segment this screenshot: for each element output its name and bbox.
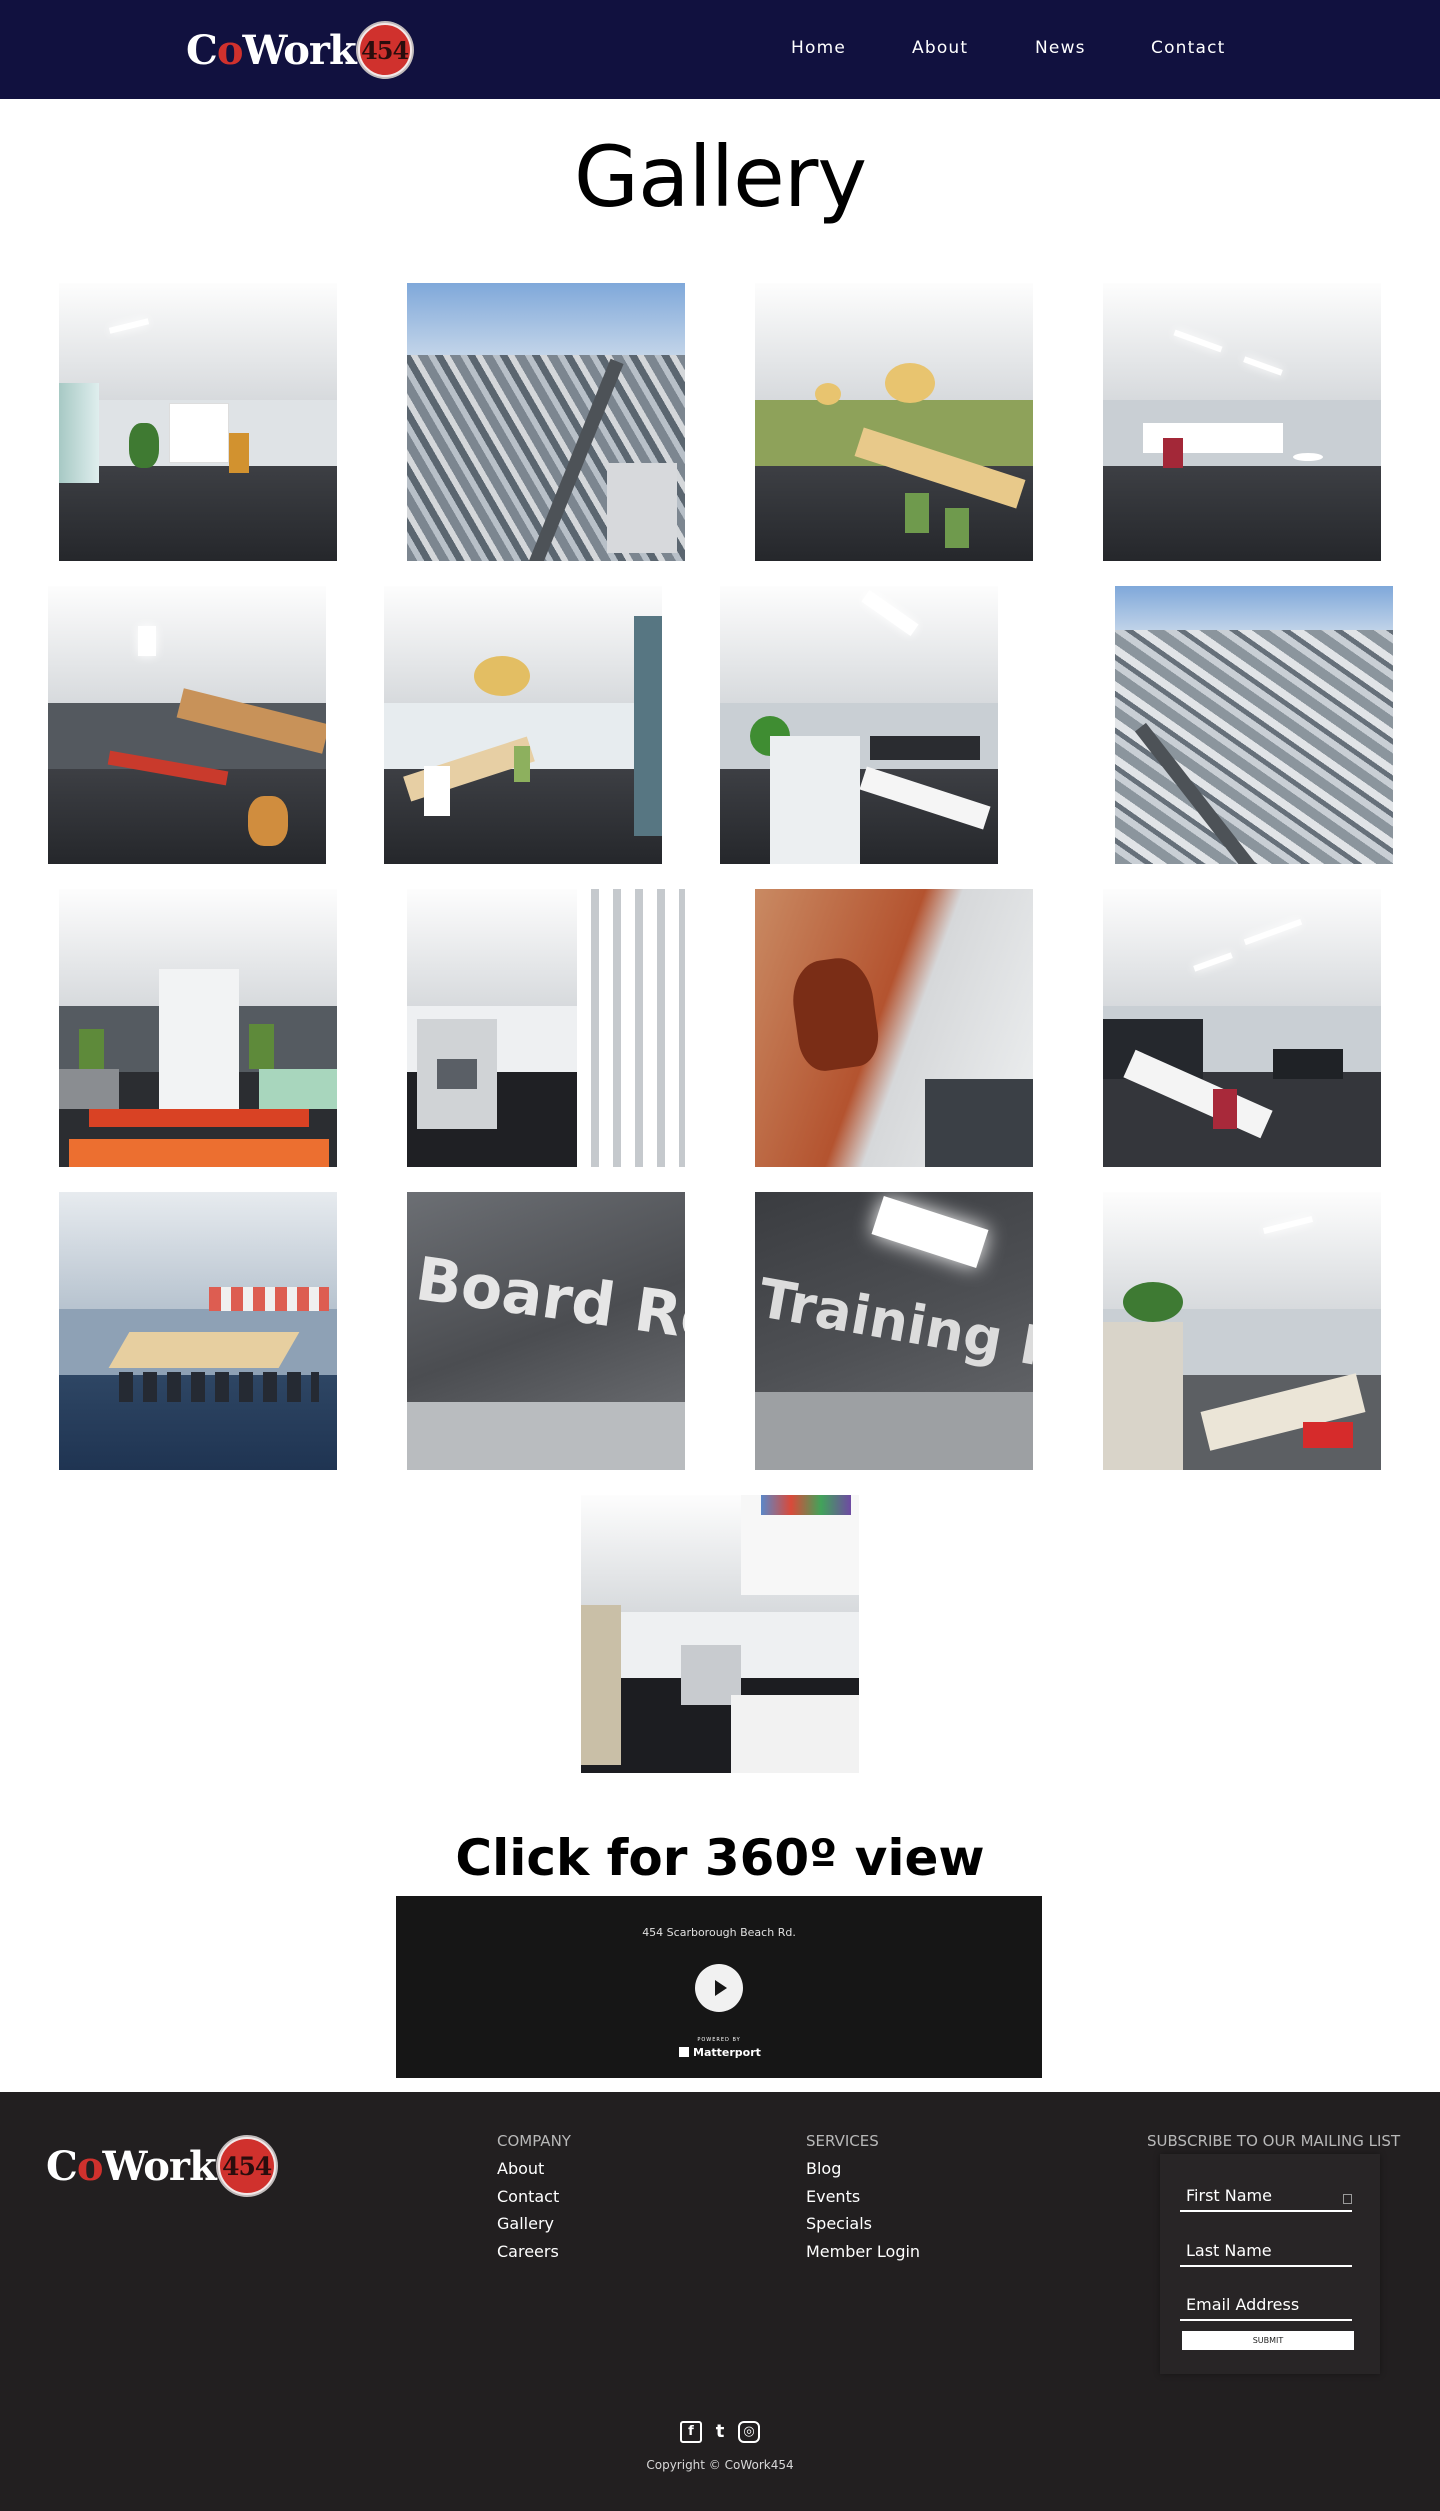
gallery-photo-print-room[interactable] [407, 889, 685, 1167]
copyright-text: Copyright © CoWork454 [646, 2458, 794, 2472]
footer-link-specials[interactable]: Specials [806, 2214, 872, 2233]
nav-about[interactable]: About [912, 38, 968, 58]
footer-link-careers[interactable]: Careers [497, 2242, 559, 2261]
gallery-photo-hallway[interactable] [59, 889, 337, 1167]
powered-by-label: POWERED BY [697, 2037, 741, 2043]
nav-news[interactable]: News [1035, 38, 1086, 58]
gallery-photo-aerial-city[interactable] [407, 283, 685, 561]
tour-address: 454 Scarborough Beach Rd. [642, 1926, 796, 1939]
instagram-icon[interactable]: ◎ [738, 2421, 760, 2443]
play-icon[interactable] [695, 1964, 743, 2012]
autofill-icon [1343, 2194, 1352, 2204]
submit-button[interactable]: SUBMIT [1182, 2331, 1354, 2350]
email-field[interactable]: Email Address [1180, 2291, 1352, 2321]
footer-link-gallery[interactable]: Gallery [497, 2214, 554, 2233]
footer-link-events[interactable]: Events [806, 2187, 860, 2206]
matterport-embed[interactable]: 454 Scarborough Beach Rd. POWERED BY Mat… [396, 1896, 1042, 2078]
gallery-photo-training-room-sign[interactable]: Training Room [755, 1192, 1033, 1470]
gallery-photo-boardroom-table[interactable] [59, 1192, 337, 1470]
tour-heading: Click for 360º view [455, 1829, 985, 1887]
nav-home[interactable]: Home [791, 38, 846, 58]
gallery-photo-workstations[interactable] [720, 586, 998, 864]
gallery-photo-storage-room[interactable] [581, 1495, 859, 1773]
gallery-photo-open-office[interactable] [1103, 283, 1381, 561]
site-footer: CoWork 454 COMPANY About Contact Gallery… [0, 2092, 1440, 2511]
company-heading: COMPANY [497, 2132, 571, 2150]
footer-link-about[interactable]: About [497, 2159, 544, 2178]
gallery-photo-kitchen[interactable] [755, 283, 1033, 561]
gallery-photo-corridor-desks[interactable] [48, 586, 326, 864]
footer-link-contact[interactable]: Contact [497, 2187, 559, 2206]
gallery-photo-board-room-sign[interactable]: Board Room [407, 1192, 685, 1470]
footer-logo[interactable]: CoWork 454 [46, 2136, 276, 2196]
nav-contact[interactable]: Contact [1151, 38, 1226, 58]
twitter-icon[interactable]: t [709, 2421, 731, 2443]
footer-link-blog[interactable]: Blog [806, 2159, 841, 2178]
gallery-photo-aerial-industrial[interactable] [1115, 586, 1393, 864]
gallery-title: Gallery [573, 128, 867, 226]
gallery-photo-reception[interactable] [59, 283, 337, 561]
subscribe-form: First Name Last Name Email Address SUBMI… [1160, 2154, 1380, 2374]
subscribe-heading: SUBSCRIBE TO OUR MAILING LIST [1147, 2132, 1401, 2150]
matterport-glyph-icon [679, 2047, 689, 2057]
matterport-logo: Matterport [679, 2044, 761, 2060]
footer-link-member-login[interactable]: Member Login [806, 2242, 920, 2261]
first-name-field[interactable]: First Name [1180, 2182, 1352, 2212]
gallery-photo-cubicles[interactable] [1103, 1192, 1381, 1470]
services-heading: SERVICES [806, 2132, 879, 2150]
footer-logo-badge: 454 [217, 2137, 276, 2195]
footer-logo-wordmark: CoWork [46, 2142, 217, 2190]
gallery-photo-desk-area[interactable] [1103, 889, 1381, 1167]
site-header: CoWork 454 Home About News Contact [0, 0, 1440, 99]
matterport-brand: Matterport [693, 2045, 761, 2059]
last-name-field[interactable]: Last Name [1180, 2237, 1352, 2267]
gallery-photo-breakout-area[interactable] [384, 586, 662, 864]
facebook-icon[interactable]: f [680, 2421, 702, 2443]
gallery-photo-hand-artwork[interactable] [755, 889, 1033, 1167]
main-nav: Home About News Contact [0, 38, 1440, 62]
